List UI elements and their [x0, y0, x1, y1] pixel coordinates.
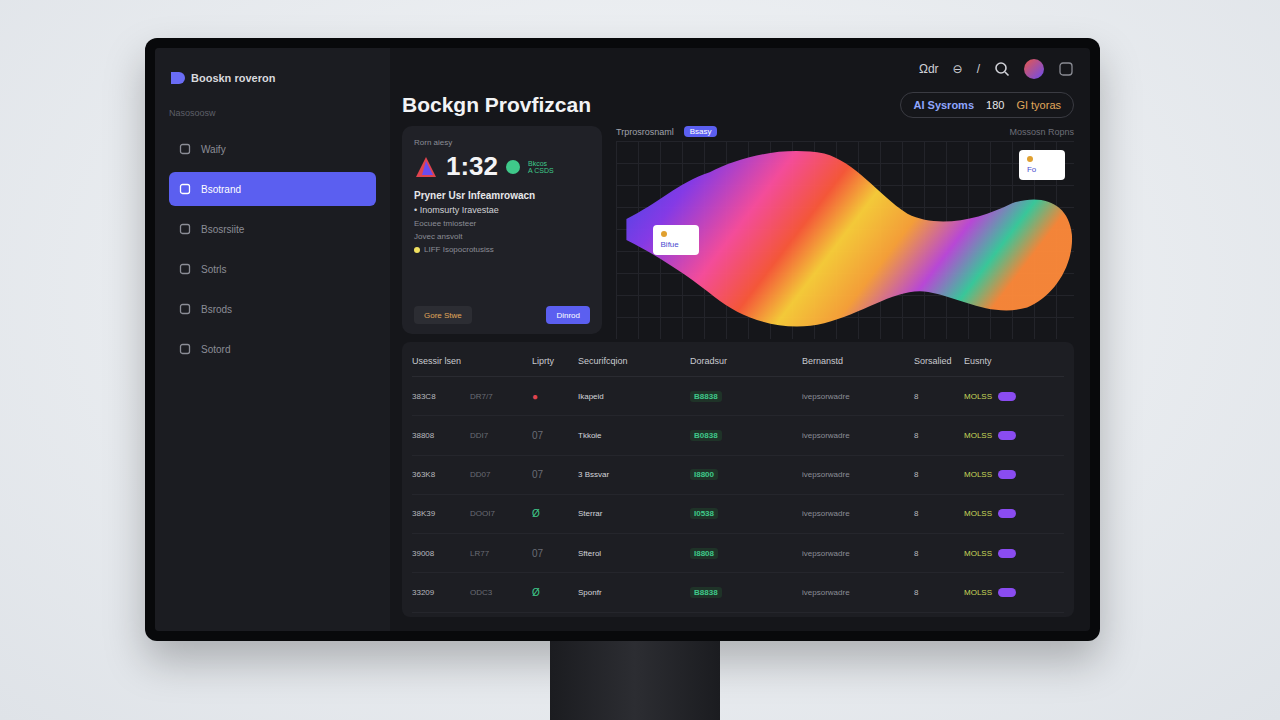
- column-header[interactable]: Usessir lsen: [412, 356, 532, 366]
- logo[interactable]: Booskn roveron: [169, 70, 376, 86]
- status-tag: B8838: [690, 587, 722, 598]
- column-header[interactable]: Bernanstd: [802, 356, 914, 366]
- heatmap-panel: TrprosrosnamlBsasyMossosn Ropns Bifue Fo: [616, 126, 1074, 334]
- session-card: Rorn aiesy 1:32 BkcosA CSDS Pryner Usr Infe…: [402, 126, 602, 334]
- monitor-stand: [550, 641, 720, 720]
- card-button[interactable]: Gore Stwe: [414, 306, 472, 324]
- table-row[interactable]: 38K39DOOI7ØSterrarI0538ivepsorwadre8MOLS…: [412, 495, 1064, 534]
- card-line: Eocuee tmiosteer: [414, 219, 590, 228]
- pill-icon: [998, 470, 1016, 479]
- card-label: Rorn aiesy: [414, 138, 590, 147]
- column-header[interactable]: Liprty: [532, 356, 578, 366]
- sidebar-item[interactable]: Sotord: [169, 332, 376, 366]
- data-table: Usessir lsenLiprtySecurifcqionDoradsurBe…: [402, 342, 1074, 617]
- heatmap-canvas[interactable]: Bifue Fo: [616, 141, 1074, 339]
- pin-icon: [1027, 156, 1033, 162]
- avatar-icon[interactable]: [1024, 59, 1044, 79]
- page-title: Bockgn Provfizcan: [402, 93, 591, 117]
- timer: 1:32: [446, 151, 498, 182]
- sidebar: Booskn roveron Nasosoosw Waify Bsotrand Bsos…: [155, 48, 390, 631]
- map-header: TrprosrosnamlBsasyMossosn Ropns: [616, 126, 1074, 137]
- timer-row: 1:32 BkcosA CSDS: [414, 151, 590, 182]
- card-actions: Gore Stwe Dinrod: [414, 306, 590, 324]
- map-pin[interactable]: Bifue: [653, 225, 699, 255]
- page-icon: [179, 183, 191, 195]
- card-bullet: • Inomsurty Iravestae: [414, 205, 590, 215]
- top-bar: Ωdr ⊖ /: [402, 54, 1074, 84]
- toolbar-button[interactable]: ⊖: [953, 62, 963, 76]
- toolbar-button[interactable]: /: [977, 62, 980, 76]
- pill-icon: [998, 588, 1016, 597]
- page-icon: [179, 143, 191, 155]
- screen: Booskn roveron Nasosoosw Waify Bsotrand Bsos…: [155, 48, 1090, 631]
- table-row[interactable]: 39008LR7707SfterolI8808ivepsorwadre8MOLS…: [412, 534, 1064, 573]
- card-heading: Pryner Usr Infeamrowacn: [414, 190, 590, 201]
- gauge-icon: [414, 155, 438, 179]
- status-tag: I8808: [690, 548, 718, 559]
- column-header[interactable]: Sorsalied: [914, 356, 964, 366]
- main-area: Ωdr ⊖ / Bockgn Provfizcan AI Sysroms180GI ty…: [390, 48, 1090, 631]
- status-tag: I8800: [690, 469, 718, 480]
- map-badge[interactable]: Bsasy: [684, 126, 718, 137]
- pill-icon: [998, 549, 1016, 558]
- page-icon: [179, 223, 191, 235]
- logo-icon: [169, 70, 185, 86]
- status-tag: B8838: [690, 391, 722, 402]
- sidebar-item[interactable]: Bsotrand: [169, 172, 376, 206]
- pill-icon: [998, 431, 1016, 440]
- sidebar-section: Nasosoosw: [169, 108, 376, 118]
- monitor: Booskn roveron Nasosoosw Waify Bsotrand Bsos…: [145, 38, 1100, 641]
- status-tag: I0538: [690, 508, 718, 519]
- status-badge[interactable]: AI Sysroms180GI tyoras: [900, 92, 1074, 118]
- table-header: Usessir lsenLiprtySecurifcqionDoradsurBe…: [412, 346, 1064, 377]
- column-header[interactable]: Securifcqion: [578, 356, 690, 366]
- table-row[interactable]: 33209ODC3ØSponfrB8838ivepsorwadre8MOLSS: [412, 573, 1064, 612]
- card-note: LIFF Isopocrotusiss: [414, 245, 590, 254]
- sidebar-item[interactable]: Bsrods: [169, 292, 376, 326]
- title-row: Bockgn Provfizcan AI Sysroms180GI tyoras: [402, 92, 1074, 118]
- column-header[interactable]: Doradsur: [690, 356, 802, 366]
- table-row[interactable]: 363K8DD07073 BssvarI8800ivepsorwadre8MOL…: [412, 456, 1064, 495]
- table-row[interactable]: 383C8DR7/7●IkapeidB8838ivepsorwadre8MOLS…: [412, 377, 1064, 416]
- bullet-icon: [414, 247, 420, 253]
- pin-icon: [661, 231, 667, 237]
- card-line: Jovec ansvolt: [414, 232, 590, 241]
- status-dot-icon: [506, 160, 520, 174]
- status-tag: B0838: [690, 430, 722, 441]
- toolbar-button[interactable]: Ωdr: [919, 62, 939, 76]
- sidebar-item[interactable]: Bsosrsiite: [169, 212, 376, 246]
- page-icon: [179, 343, 191, 355]
- map-pin[interactable]: Fo: [1019, 150, 1065, 180]
- sidebar-item[interactable]: Sotrls: [169, 252, 376, 286]
- photo-scene: Booskn roveron Nasosoosw Waify Bsotrand Bsos…: [0, 0, 1280, 720]
- card-badge: BkcosA CSDS: [528, 160, 554, 174]
- overview-row: Rorn aiesy 1:32 BkcosA CSDS Pryner Usr Infe…: [402, 126, 1074, 334]
- pill-icon: [998, 392, 1016, 401]
- search-icon[interactable]: [994, 61, 1010, 77]
- pill-icon: [998, 509, 1016, 518]
- settings-icon[interactable]: [1058, 61, 1074, 77]
- page-icon: [179, 263, 191, 275]
- page-icon: [179, 303, 191, 315]
- column-header[interactable]: Eusnty: [964, 356, 1064, 366]
- card-button[interactable]: Dinrod: [546, 306, 590, 324]
- sidebar-item[interactable]: Waify: [169, 132, 376, 166]
- table-row[interactable]: 38808DDI707TkkoieB0838ivepsorwadre8MOLSS: [412, 416, 1064, 455]
